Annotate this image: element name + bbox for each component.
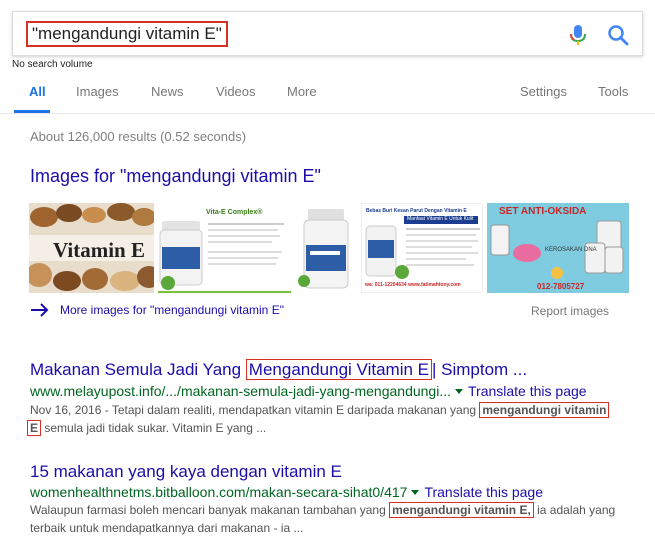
thumb-heading-text: Bebas Buri Kesan Parut Dengan Vitamin E — [366, 208, 467, 214]
images-heading-link[interactable]: Images for "mengandungi vitamin E" — [30, 166, 321, 187]
result-title-text: | Simptom ... — [432, 360, 528, 379]
snippet-text: Walaupun farmasi boleh mencari banyak ma… — [30, 503, 390, 517]
translate-link[interactable]: Translate this page — [468, 383, 587, 399]
snippet-text: semula jadi tidak sukar. Vitamin E yang … — [41, 421, 267, 435]
result-url-text: womenhealthnetms.bitballoon.com/makan-se… — [30, 484, 408, 500]
arrow-right-icon — [31, 303, 49, 317]
microphone-icon[interactable] — [569, 24, 587, 46]
thumb-footer-text: wa: 011-12204634 www.fatimahtony.com — [365, 282, 461, 288]
report-images-link[interactable]: Report images — [531, 304, 609, 318]
result-title-text: Makanan Semula Jadi Yang — [30, 360, 246, 379]
tab-all[interactable]: All — [29, 84, 46, 99]
bottle-image — [159, 221, 284, 290]
dropdown-arrow-icon[interactable] — [455, 388, 463, 394]
highlighted-title-phrase: Mengandungi Vitamin E — [245, 359, 432, 380]
image-thumbnail[interactable]: SET ANTI-OKSIDA KEROSAKAN DNA 012-780572… — [487, 203, 629, 293]
highlighted-snippet-phrase: E — [27, 420, 42, 436]
thumb-phone-text: 012-7805727 — [537, 282, 585, 291]
image-thumbnail[interactable]: Bebas Buri Kesan Parut Dengan Vitamin E … — [361, 203, 483, 293]
search-box[interactable]: "mengandungi vitamin E" — [12, 11, 643, 56]
more-images-link[interactable]: More images for "mengandungi vitamin E" — [30, 302, 284, 318]
highlighted-snippet-phrase: mengandungi vitamin E, — [389, 502, 534, 518]
highlighted-snippet-phrase: mengandungi vitamin — [479, 402, 610, 418]
snippet-text: ia adalah yang — [533, 503, 616, 517]
tab-tools[interactable]: Tools — [598, 84, 628, 99]
result-snippet-line: Walaupun farmasi boleh mencari banyak ma… — [30, 501, 615, 519]
result-url: womenhealthnetms.bitballoon.com/makan-se… — [30, 484, 543, 500]
result-snippet-line: E semula jadi tidak sukar. Vitamin E yan… — [27, 419, 266, 437]
bottle-image — [298, 209, 349, 289]
snippet-text: Nov 16, 2016 - Tetapi dalam realiti, men… — [30, 403, 480, 417]
result-stats: About 126,000 results (0.52 seconds) — [30, 129, 247, 144]
thumb-note-text: KEROSAKAN DNA — [545, 247, 597, 253]
result-snippet-line: terbaik untuk mendapatkannya dari makana… — [30, 521, 304, 535]
thumb-brand-text: Vita-E Complex® — [206, 209, 263, 216]
tab-news[interactable]: News — [151, 84, 184, 99]
dropdown-arrow-icon[interactable] — [411, 489, 420, 495]
thumb-vitamin-e-text: Vitamin E — [53, 238, 145, 262]
thumb-sub-text: Manfaat Vitamin E Untuk Kulit — [404, 216, 478, 224]
result-url-text: www.melayupost.info/.../makanan-semula-j… — [30, 383, 451, 399]
search-icon[interactable] — [607, 24, 629, 46]
image-thumbnail[interactable]: Vitamin E — [29, 203, 154, 293]
result-title-link[interactable]: Makanan Semula Jadi Yang Mengandungi Vit… — [30, 359, 528, 380]
result-url: www.melayupost.info/.../makanan-semula-j… — [30, 383, 587, 399]
tab-videos[interactable]: Videos — [216, 84, 256, 99]
image-thumbnail[interactable]: Vita-E Complex® — [158, 203, 291, 293]
result-title-link[interactable]: 15 makanan yang kaya dengan vitamin E — [30, 462, 342, 482]
active-tab-indicator — [14, 110, 50, 113]
tab-images[interactable]: Images — [76, 84, 119, 99]
search-volume-note: No search volume — [12, 59, 93, 70]
search-query-text[interactable]: "mengandungi vitamin E" — [26, 21, 228, 47]
tab-more[interactable]: More — [287, 84, 317, 99]
result-snippet-line: Nov 16, 2016 - Tetapi dalam realiti, men… — [30, 401, 610, 419]
translate-link[interactable]: Translate this page — [424, 484, 543, 500]
thumb-heading-text: SET ANTI-OKSIDA — [499, 206, 587, 217]
tab-settings[interactable]: Settings — [520, 84, 567, 99]
search-tabs: All Images News Videos More Settings Too… — [0, 82, 655, 114]
more-images-label: More images for "mengandungi vitamin E" — [60, 303, 284, 317]
image-thumbnail[interactable] — [294, 203, 357, 293]
